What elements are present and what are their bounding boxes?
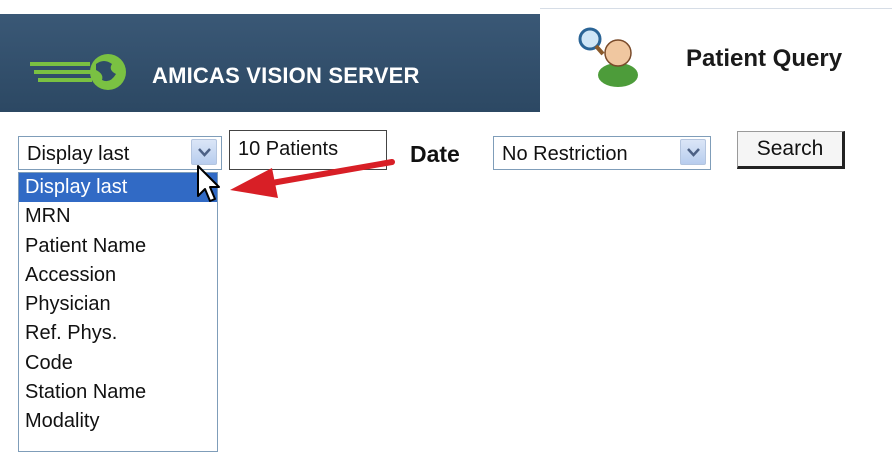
date-restriction-select[interactable]: No Restriction xyxy=(493,136,711,170)
brand-name: AMICAS VISION SERVER xyxy=(152,63,420,88)
dropdown-option-mrn[interactable]: MRN xyxy=(19,202,217,231)
page-title: Patient Query xyxy=(686,45,843,72)
dropdown-option-modality[interactable]: Modality xyxy=(19,407,217,436)
chevron-down-icon[interactable] xyxy=(191,139,217,165)
dropdown-option-physician[interactable]: Physician xyxy=(19,290,217,319)
dropdown-option-station-name[interactable]: Station Name xyxy=(19,378,217,407)
patient-search-icon xyxy=(578,27,638,87)
tab-patient-query[interactable]: Patient Query xyxy=(540,8,892,113)
dropdown-option-display-last[interactable]: Display last xyxy=(19,173,217,203)
search-button[interactable]: Search xyxy=(737,131,845,169)
dropdown-option-accession[interactable]: Accession xyxy=(19,261,217,290)
date-label: Date xyxy=(410,141,460,167)
search-field-dropdown-list: Display last MRN Patient Name Accession … xyxy=(18,172,218,452)
brand-banner: AMICAS VISION SERVER xyxy=(0,14,540,112)
mouse-pointer-icon xyxy=(197,165,220,202)
dropdown-option-code[interactable]: Code xyxy=(19,349,217,378)
date-restriction-value: No Restriction xyxy=(502,143,628,165)
search-field-select[interactable]: Display last xyxy=(18,136,222,170)
dropdown-option-ref-phys[interactable]: Ref. Phys. xyxy=(19,319,217,348)
amicas-logo-icon xyxy=(30,54,126,90)
search-field-value: Display last xyxy=(27,143,130,165)
chevron-down-icon[interactable] xyxy=(680,139,706,165)
dropdown-option-patient-name[interactable]: Patient Name xyxy=(19,232,217,261)
red-arrow-icon xyxy=(230,159,395,198)
